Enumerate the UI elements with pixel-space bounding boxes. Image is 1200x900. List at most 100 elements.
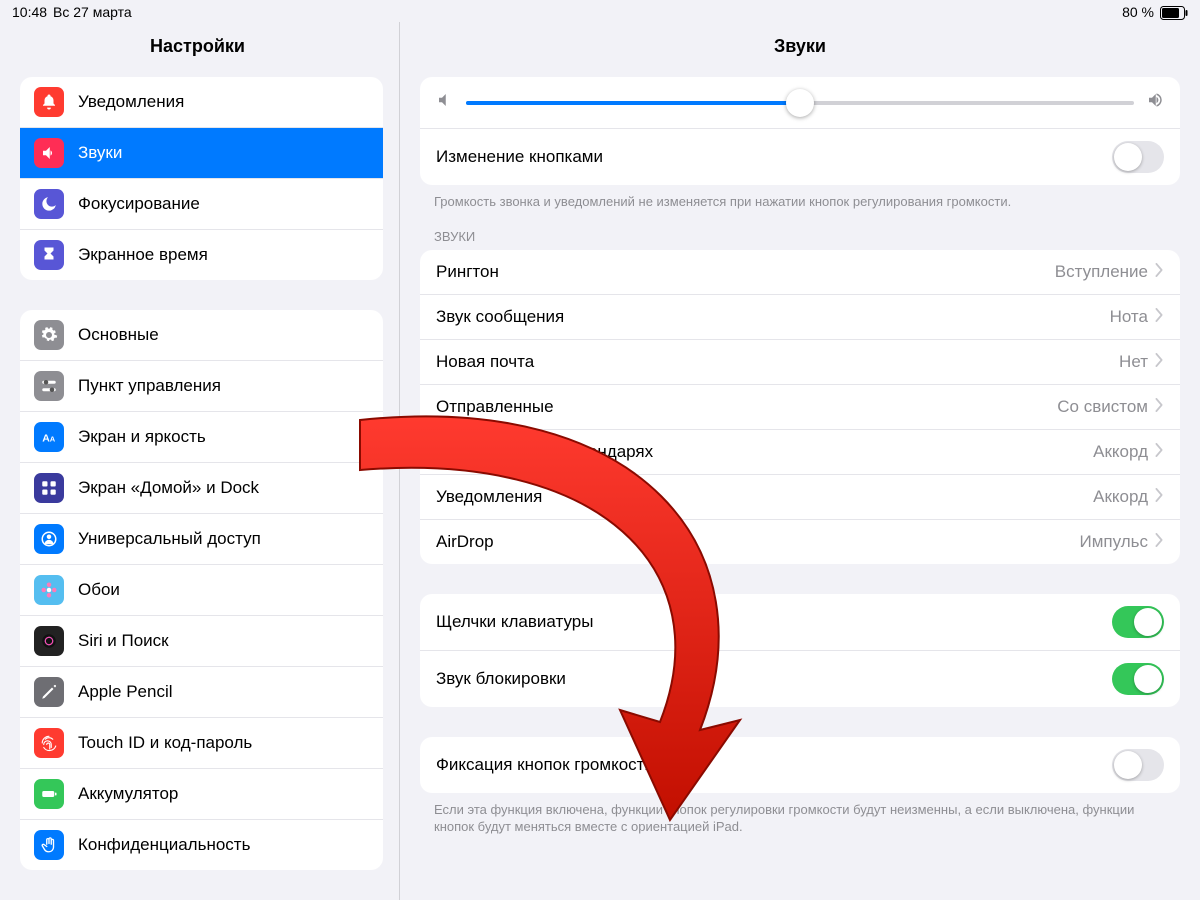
- sound-row-label: Звук сообщения: [436, 307, 564, 327]
- sound-row-text[interactable]: Звук сообщения Нота: [420, 295, 1180, 340]
- locksound-row[interactable]: Звук блокировки: [420, 651, 1180, 707]
- sidebar-item-label: Звуки: [78, 143, 122, 163]
- sound-row-reminders[interactable]: Уведомления Аккорд: [420, 475, 1180, 520]
- sound-row-ringtone[interactable]: Рингтон Вступление: [420, 250, 1180, 295]
- person-icon: [34, 524, 64, 554]
- sounds-card: Рингтон Вступление Звук сообщения Нота Нов…: [420, 250, 1180, 564]
- sidebar: Настройки Уведомления Звуки Фокусирование Э…: [0, 22, 400, 900]
- sidebar-item-homescreen[interactable]: Экран «Домой» и Dock: [20, 463, 383, 514]
- fingerprint-icon: [34, 728, 64, 758]
- sound-row-sentmail[interactable]: ОтправленныеСо свистом: [420, 385, 1180, 430]
- sound-row-label: AirDrop: [436, 532, 494, 552]
- keyclicks-toggle[interactable]: [1112, 606, 1164, 638]
- sidebar-item-label: Экран «Домой» и Dock: [78, 478, 259, 498]
- sidebar-item-label: Аккумулятор: [78, 784, 178, 804]
- hand-icon: [34, 830, 64, 860]
- sidebar-item-display[interactable]: AAЭкран и яркость: [20, 412, 383, 463]
- sound-row-calalerts[interactable]: Уведомления в календарях Аккорд: [420, 430, 1180, 475]
- sidebar-item-focus[interactable]: Фокусирование: [20, 179, 383, 230]
- status-date: Вс 27 марта: [53, 4, 132, 20]
- sidebar-item-label: Siri и Поиск: [78, 631, 169, 651]
- change-with-buttons-toggle[interactable]: [1112, 141, 1164, 173]
- sound-row-value: Нет: [1119, 352, 1164, 372]
- sidebar-item-screentime[interactable]: Экранное время: [20, 230, 383, 280]
- sidebar-item-battery[interactable]: Аккумулятор: [20, 769, 383, 820]
- moon-icon: [34, 189, 64, 219]
- sound-row-airdrop[interactable]: AirDrop Импульс: [420, 520, 1180, 564]
- sidebar-item-wallpaper[interactable]: Обои: [20, 565, 383, 616]
- sidebar-item-label: Экран и яркость: [78, 427, 206, 447]
- sidebar-item-label: Конфиденциальность: [78, 835, 250, 855]
- battery-icon: [1160, 4, 1188, 20]
- sidebar-item-general[interactable]: Основные: [20, 310, 383, 361]
- lock-volume-buttons-toggle[interactable]: [1112, 749, 1164, 781]
- speaker-high-icon: [1146, 91, 1164, 114]
- sounds-section-header: ЗВУКИ: [434, 229, 1166, 244]
- sound-row-label: Уведомления: [436, 487, 542, 507]
- sidebar-item-label: Обои: [78, 580, 120, 600]
- flower-icon: [34, 575, 64, 605]
- lock-volume-buttons-row[interactable]: Фиксация кнопок громкости: [420, 737, 1180, 793]
- sound-row-value: Аккорд: [1093, 487, 1164, 507]
- volume-slider[interactable]: [466, 101, 1134, 105]
- svg-text:A: A: [50, 435, 56, 444]
- sidebar-title: Настройки: [0, 22, 395, 77]
- pencil-icon: [34, 677, 64, 707]
- sidebar-item-siri[interactable]: Siri и Поиск: [20, 616, 383, 667]
- sidebar-item-privacy[interactable]: Конфиденциальность: [20, 820, 383, 870]
- change-with-buttons-label: Изменение кнопками: [436, 147, 603, 167]
- locksound-toggle[interactable]: [1112, 663, 1164, 695]
- sidebar-item-label: Уведомления: [78, 92, 184, 112]
- sound-row-label: Уведомления в календарях: [436, 442, 653, 462]
- sidebar-item-accessibility[interactable]: Универсальный доступ: [20, 514, 383, 565]
- content-pane[interactable]: Звуки Изменение кнопками Громкость зв: [400, 22, 1200, 900]
- battery-icon: [34, 779, 64, 809]
- status-battery-pct: 80 %: [1122, 4, 1154, 20]
- speaker-icon: [34, 138, 64, 168]
- sidebar-item-notifications[interactable]: Уведомления: [20, 77, 383, 128]
- grid-icon: [34, 473, 64, 503]
- chevron-right-icon: [1154, 352, 1164, 372]
- sound-row-value: Импульс: [1079, 532, 1164, 552]
- volume-slider-row: [420, 77, 1180, 129]
- sidebar-item-label: Основные: [78, 325, 159, 345]
- chevron-right-icon: [1154, 442, 1164, 462]
- gear-icon: [34, 320, 64, 350]
- chevron-right-icon: [1154, 532, 1164, 552]
- chevron-right-icon: [1154, 307, 1164, 327]
- chevron-right-icon: [1154, 262, 1164, 282]
- speaker-low-icon: [436, 91, 454, 114]
- sound-row-label: Отправленные: [436, 397, 554, 417]
- chevron-right-icon: [1154, 397, 1164, 417]
- change-with-buttons-note: Громкость звонка и уведомлений не изменя…: [434, 193, 1166, 211]
- sound-row-newmail[interactable]: Новая почтаНет: [420, 340, 1180, 385]
- sound-row-value: Нота: [1110, 307, 1164, 327]
- sidebar-item-controlcenter[interactable]: Пункт управления: [20, 361, 383, 412]
- keyclicks-row[interactable]: Щелчки клавиатуры: [420, 594, 1180, 651]
- switches-icon: [34, 371, 64, 401]
- sound-row-value: Аккорд: [1093, 442, 1164, 462]
- volume-card: Изменение кнопками: [420, 77, 1180, 185]
- bell-icon: [34, 87, 64, 117]
- sidebar-item-label: Touch ID и код-пароль: [78, 733, 252, 753]
- hourglass-icon: [34, 240, 64, 270]
- keyclicks-label: Щелчки клавиатуры: [436, 612, 593, 632]
- lock-volume-buttons-card: Фиксация кнопок громкости: [420, 737, 1180, 793]
- sidebar-item-label: Универсальный доступ: [78, 529, 261, 549]
- status-time: 10:48: [12, 4, 47, 20]
- volume-slider-knob[interactable]: [786, 89, 814, 117]
- sound-row-value: Вступление: [1055, 262, 1164, 282]
- siri-icon: [34, 626, 64, 656]
- sidebar-item-label: Пункт управления: [78, 376, 221, 396]
- sidebar-item-pencil[interactable]: Apple Pencil: [20, 667, 383, 718]
- status-bar: 10:48 Вс 27 марта 80 %: [0, 0, 1200, 22]
- content-title: Звуки: [400, 22, 1200, 77]
- sidebar-item-sounds[interactable]: Звуки: [20, 128, 383, 179]
- sound-row-label: Рингтон: [436, 262, 499, 282]
- sidebar-item-touchid[interactable]: Touch ID и код-пароль: [20, 718, 383, 769]
- locksound-label: Звук блокировки: [436, 669, 566, 689]
- sound-toggles-card: Щелчки клавиатуры Звук блокировки: [420, 594, 1180, 707]
- chevron-right-icon: [1154, 487, 1164, 507]
- change-with-buttons-row[interactable]: Изменение кнопками: [420, 129, 1180, 185]
- sidebar-item-label: Фокусирование: [78, 194, 200, 214]
